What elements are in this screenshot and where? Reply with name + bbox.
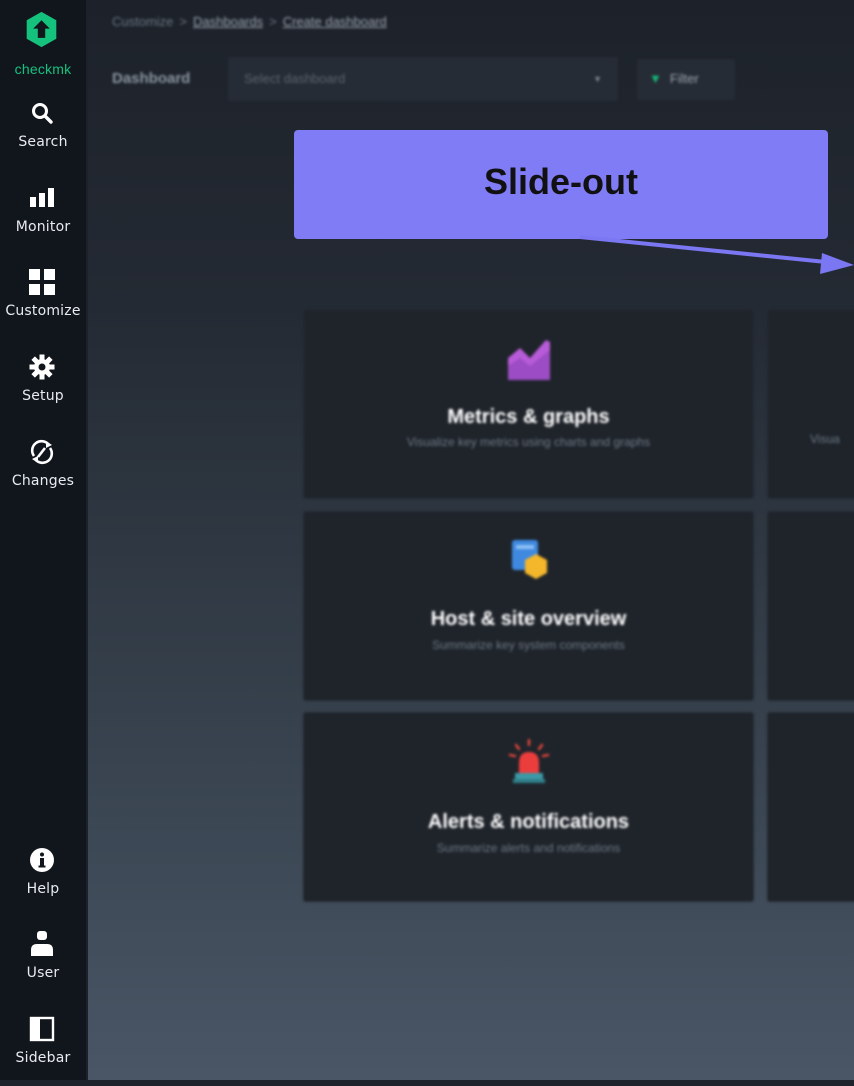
card-title: Alerts & notifications [427, 811, 630, 833]
nav-label-user: User [26, 965, 60, 981]
nav-item-user[interactable]: User [0, 929, 86, 1001]
changes-icon [27, 437, 57, 467]
info-icon [27, 845, 57, 875]
nav-item-changes[interactable]: Changes [0, 437, 86, 509]
user-icon [27, 929, 57, 959]
nav-label-changes: Changes [11, 473, 75, 489]
area-chart-icon [508, 340, 550, 380]
siren-icon [508, 739, 550, 783]
card-title: Host & site overview [430, 608, 627, 630]
nav-item-setup[interactable]: Setup [0, 352, 86, 424]
sidebar-panel-icon [27, 1014, 57, 1044]
card-description: Summarize alerts and notifications [436, 841, 621, 855]
card-description-fragment: Visua [810, 432, 840, 446]
card-metrics-graphs[interactable]: Metrics & graphs Visualize key metrics u… [304, 310, 753, 498]
card-description: Summarize key system components [432, 638, 625, 652]
host-site-icon [512, 540, 547, 579]
card-title: Metrics & graphs [447, 406, 610, 428]
card-partial[interactable] [768, 713, 854, 901]
card-host-site-overview[interactable]: Host & site overview Summarize key syste… [304, 512, 753, 700]
card-description: Visualize key metrics using charts and g… [406, 435, 651, 449]
nav-label-help: Help [26, 881, 60, 897]
nav-label-customize: Customize [5, 303, 81, 319]
card-alerts-notifications[interactable]: Alerts & notifications Summarize alerts … [304, 713, 753, 901]
nav-label-sidebar: Sidebar [15, 1050, 71, 1066]
nav-label-setup: Setup [22, 388, 64, 404]
gear-icon [27, 352, 57, 382]
nav-item-help[interactable]: Help [0, 845, 86, 917]
callout-arrow-icon [579, 235, 854, 274]
card-partial[interactable]: Visua [768, 310, 854, 498]
card-partial[interactable] [768, 512, 854, 700]
nav-item-sidebar[interactable]: Sidebar [0, 1014, 86, 1086]
